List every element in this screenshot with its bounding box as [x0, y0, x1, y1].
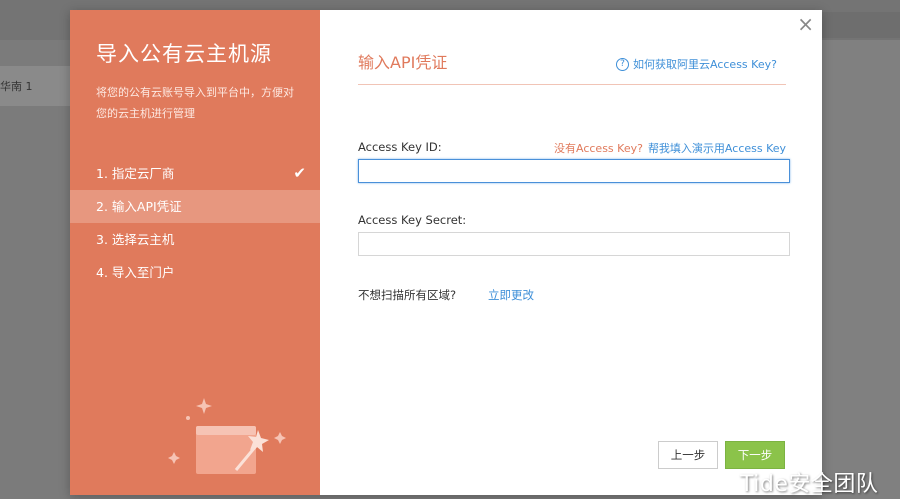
next-step-button[interactable]: 下一步 — [725, 441, 785, 469]
watermark-text: Tide安全团队 — [740, 472, 879, 497]
step-select-hosts[interactable]: 3. 选择云主机 — [70, 223, 320, 256]
region-prompt-text: 不想扫描所有区域? — [358, 288, 457, 302]
background-topbar-block — [822, 12, 900, 38]
help-get-access-key-link[interactable]: ? 如何获取阿里云Access Key? — [616, 56, 777, 72]
step-label: 4. 导入至门户 — [96, 265, 175, 280]
wizard-content: × 输入API凭证 ? 如何获取阿里云Access Key? Access Ke… — [320, 10, 822, 495]
access-key-secret-label: Access Key Secret: — [358, 213, 467, 227]
change-region-link[interactable]: 立即更改 — [488, 287, 534, 303]
magic-window-illustration-icon — [168, 398, 286, 474]
access-key-id-input[interactable] — [358, 159, 790, 183]
section-title: 输入API凭证 — [358, 53, 448, 72]
dialog-description: 将您的公有云账号导入到平台中，方便对您的云主机进行管理 — [96, 86, 294, 120]
step-enter-api-credentials[interactable]: 2. 输入API凭证 — [70, 190, 320, 223]
import-cloud-host-dialog: 导入公有云主机源 将您的公有云账号导入到平台中，方便对您的云主机进行管理 1. … — [70, 10, 822, 495]
dialog-title: 导入公有云主机源 — [96, 42, 272, 66]
wizard-steps: 1. 指定云厂商 ✔ 2. 输入API凭证 3. 选择云主机 4. 导入至门户 — [70, 157, 320, 289]
question-icon: ? — [616, 57, 629, 71]
no-access-key-link[interactable]: 没有Access Key? — [554, 142, 643, 155]
fill-demo-access-key-link[interactable]: 帮我填入演示用Access Key — [648, 142, 786, 155]
demo-key-links: 没有Access Key? 帮我填入演示用Access Key — [554, 140, 786, 156]
step-label: 1. 指定云厂商 — [96, 166, 175, 181]
wizard-sidebar: 导入公有云主机源 将您的公有云账号导入到平台中，方便对您的云主机进行管理 1. … — [70, 10, 320, 495]
help-link-label: 如何获取阿里云Access Key? — [633, 58, 777, 71]
access-key-secret-input[interactable] — [358, 232, 790, 256]
access-key-id-label: Access Key ID: — [358, 140, 442, 154]
close-icon[interactable]: × — [797, 14, 814, 34]
background-sidebar-label: 华南 1 — [0, 80, 33, 93]
section-divider — [358, 84, 786, 85]
check-icon: ✔ — [293, 164, 306, 182]
step-label: 2. 输入API凭证 — [96, 199, 182, 214]
step-import-to-portal[interactable]: 4. 导入至门户 — [70, 256, 320, 289]
step-label: 3. 选择云主机 — [96, 232, 175, 247]
previous-step-button[interactable]: 上一步 — [658, 441, 718, 469]
step-select-provider[interactable]: 1. 指定云厂商 ✔ — [70, 157, 320, 190]
background-right-panel — [822, 40, 900, 499]
